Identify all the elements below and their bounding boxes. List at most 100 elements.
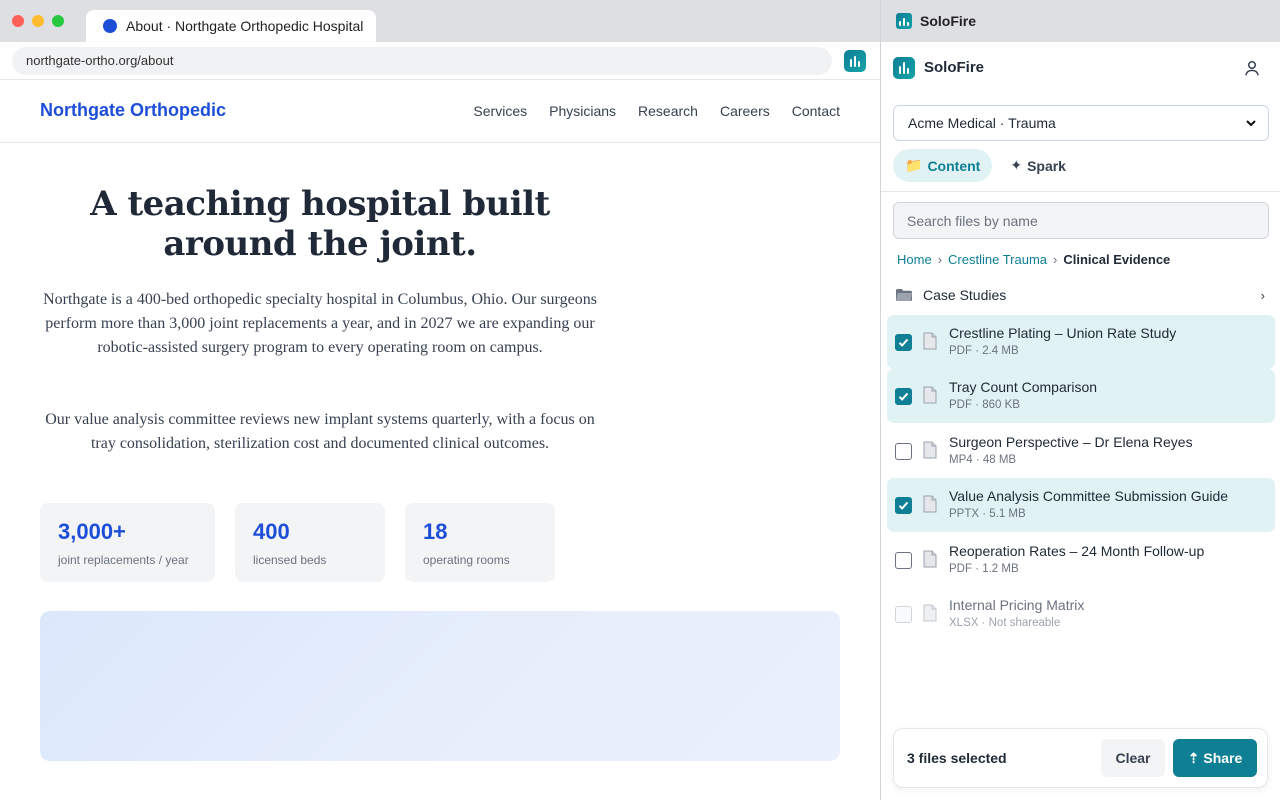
file-meta: PDF · 2.4 MB bbox=[949, 345, 1019, 357]
tab-content[interactable]: 📁 Content bbox=[893, 149, 993, 182]
solofire-side-panel: SoloFire SoloFire Acme Medical · Trauma … bbox=[880, 0, 1280, 800]
file-checkbox[interactable] bbox=[895, 551, 912, 569]
folder-icon: 📁 bbox=[905, 157, 923, 173]
panel-header: SoloFire bbox=[881, 42, 1280, 94]
file-meta: MP4 · 48 MB bbox=[949, 453, 1017, 466]
solofire-extension-icon[interactable] bbox=[844, 50, 866, 72]
nav-research[interactable]: Research bbox=[638, 103, 698, 119]
browser-window: About · Northgate Orthopedic Hospital no… bbox=[0, 0, 880, 800]
divider bbox=[881, 191, 1280, 192]
file-name: Tray Count Comparison bbox=[949, 379, 1098, 396]
organization-select[interactable]: Acme Medical · Trauma bbox=[893, 105, 1269, 141]
folder-row-case-studies[interactable]: Case Studies › bbox=[887, 280, 1275, 310]
solofire-logo-icon bbox=[896, 13, 912, 29]
file-row[interactable]: Surgeon Perspective – Dr Elena Reyes MP4… bbox=[887, 424, 1275, 478]
panel-title-bar: SoloFire bbox=[881, 0, 1280, 42]
site-header: Northgate Orthopedic Services Physicians… bbox=[0, 80, 880, 143]
share-button[interactable]: ⇡ Share bbox=[1173, 739, 1257, 777]
site-brand-logo[interactable]: Northgate Orthopedic bbox=[40, 100, 226, 121]
maximize-window-button[interactable] bbox=[52, 15, 64, 27]
mode-tabs: 📁 Content ✦ Spark bbox=[893, 149, 1078, 182]
app-name: SoloFire bbox=[924, 59, 985, 76]
nav-services[interactable]: Services bbox=[473, 103, 527, 119]
file-meta: XLSX · Not shareable bbox=[949, 616, 1061, 629]
file-row[interactable]: Reoperation Rates – 24 Month Follow-up P… bbox=[887, 533, 1275, 587]
close-window-button[interactable] bbox=[12, 15, 24, 27]
chevron-right-icon: › bbox=[1260, 288, 1265, 303]
clear-selection-button[interactable]: Clear bbox=[1101, 739, 1165, 777]
site-nav: Services Physicians Research Careers Con… bbox=[473, 103, 840, 119]
file-name: Internal Pricing Matrix bbox=[949, 596, 1085, 613]
breadcrumb-separator: › bbox=[937, 252, 943, 267]
stat-label: licensed beds bbox=[253, 553, 327, 567]
hero-image-placeholder bbox=[40, 611, 840, 761]
document-icon bbox=[923, 495, 937, 513]
minimize-window-button[interactable] bbox=[32, 15, 44, 27]
file-row: Internal Pricing Matrix XLSX · Not share… bbox=[887, 587, 1275, 641]
stat-value: 18 bbox=[423, 519, 448, 544]
tab-spark[interactable]: ✦ Spark bbox=[998, 149, 1078, 182]
check-icon bbox=[898, 338, 909, 347]
file-row[interactable]: Value Analysis Committee Submission Guid… bbox=[887, 478, 1275, 533]
nav-contact[interactable]: Contact bbox=[792, 103, 840, 119]
file-name: Crestline Plating – Union Rate Study bbox=[949, 325, 1177, 341]
organization-selected-value: Acme Medical · Trauma bbox=[908, 115, 1056, 131]
browser-tab-about[interactable]: About · Northgate Orthopedic Hospital bbox=[86, 10, 376, 42]
tab-spark-label: Spark bbox=[1027, 157, 1066, 174]
stat-label: operating rooms bbox=[423, 553, 510, 567]
file-checkbox[interactable] bbox=[895, 334, 912, 351]
user-account-icon[interactable] bbox=[1243, 59, 1261, 77]
stat-card-licensed-beds: 400 licensed beds bbox=[235, 503, 385, 582]
hero-title: A teaching hospital built around the joi… bbox=[90, 184, 550, 264]
hero-paragraph-2: Our value analysis committee reviews new… bbox=[45, 411, 595, 452]
file-name: Surgeon Perspective – Dr Elena Reyes bbox=[949, 433, 1193, 450]
panel-window-title: SoloFire bbox=[920, 13, 977, 29]
check-icon bbox=[898, 393, 909, 402]
file-checkbox[interactable] bbox=[895, 497, 912, 515]
selection-action-bar: 3 files selected Clear ⇡ Share bbox=[893, 728, 1268, 788]
stat-value: 3,000+ bbox=[58, 519, 126, 544]
file-list: Crestline Plating – Union Rate Study PDF… bbox=[887, 315, 1275, 641]
tab-content-label: Content bbox=[927, 157, 981, 174]
stat-card-operating-rooms: 18 operating rooms bbox=[405, 503, 555, 582]
folder-name: Case Studies bbox=[923, 287, 1007, 303]
document-icon bbox=[923, 604, 937, 622]
breadcrumb-current: Clinical Evidence bbox=[1063, 252, 1171, 267]
tab-bar: About · Northgate Orthopedic Hospital bbox=[0, 0, 880, 42]
check-icon bbox=[898, 501, 909, 511]
file-name: Value Analysis Committee Submission Guid… bbox=[949, 488, 1229, 505]
breadcrumb: Home › Crestline Trauma › Clinical Evide… bbox=[897, 252, 1170, 267]
file-checkbox bbox=[895, 605, 912, 623]
folder-icon bbox=[896, 289, 912, 301]
stat-card-joint-replacements: 3,000+ joint replacements / year bbox=[40, 503, 215, 582]
file-row[interactable]: Tray Count Comparison PDF · 860 KB bbox=[887, 369, 1275, 424]
file-search-input[interactable] bbox=[893, 202, 1269, 239]
file-checkbox[interactable] bbox=[895, 388, 912, 406]
file-meta: PPTX · 5.1 MB bbox=[949, 508, 1026, 521]
document-icon bbox=[923, 386, 937, 404]
chevron-down-icon bbox=[1246, 120, 1256, 127]
stat-value: 400 bbox=[253, 519, 290, 544]
solofire-logo-icon bbox=[893, 57, 915, 79]
file-row[interactable]: Crestline Plating – Union Rate Study PDF… bbox=[887, 315, 1275, 369]
document-icon bbox=[923, 550, 937, 568]
file-meta: PDF · 860 KB bbox=[949, 399, 1020, 412]
tab-title: About · Northgate Orthopedic Hospital bbox=[126, 18, 364, 34]
breadcrumb-home[interactable]: Home bbox=[897, 252, 932, 267]
breadcrumb-crestline-trauma[interactable]: Crestline Trauma bbox=[948, 252, 1047, 267]
file-meta: PDF · 1.2 MB bbox=[949, 562, 1019, 575]
file-name: Reoperation Rates – 24 Month Follow-up bbox=[949, 542, 1205, 559]
selection-count: 3 files selected bbox=[907, 750, 1007, 766]
site-favicon-icon bbox=[103, 19, 117, 33]
hero-paragraph-1: Northgate is a 400-bed orthopedic specia… bbox=[43, 291, 597, 356]
file-checkbox[interactable] bbox=[895, 442, 912, 460]
address-bar[interactable]: northgate-ortho.org/about bbox=[12, 47, 832, 75]
nav-careers[interactable]: Careers bbox=[720, 103, 770, 119]
nav-physicians[interactable]: Physicians bbox=[549, 103, 616, 119]
browser-toolbar: northgate-ortho.org/about bbox=[0, 42, 880, 80]
breadcrumb-separator: › bbox=[1053, 252, 1058, 267]
stat-label: joint replacements / year bbox=[58, 553, 189, 567]
sparkle-icon: ✦ bbox=[1010, 157, 1023, 173]
document-icon bbox=[923, 332, 937, 350]
document-icon bbox=[923, 441, 937, 459]
